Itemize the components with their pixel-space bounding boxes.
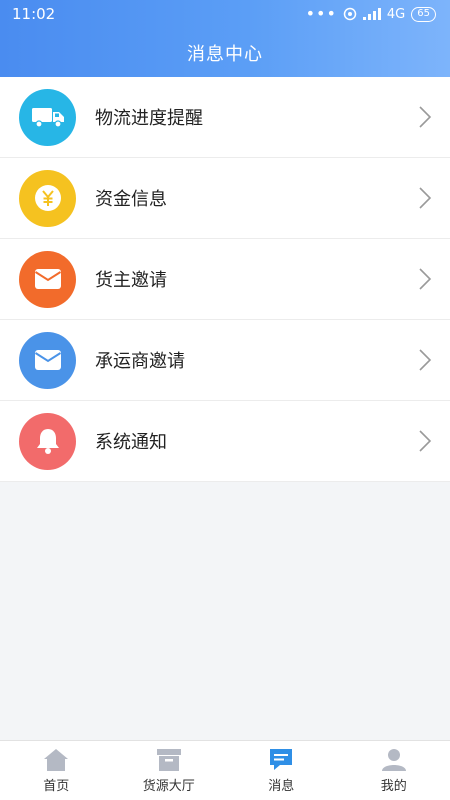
yuan-coin-icon [19,169,76,227]
tab-label: 货源大厅 [142,779,195,794]
list-item-label: 资金信息 [95,189,167,210]
list-item-carrier-invite[interactable]: 承运商邀请 [0,320,450,401]
tab-messages[interactable]: 消息 [225,741,338,800]
envelope-icon [19,250,76,308]
chevron-right-icon [419,106,432,128]
list-item-system-notice[interactable]: 系统通知 [0,401,450,482]
chevron-right-icon [419,349,432,371]
tab-label: 首页 [43,779,70,794]
signal-icon [362,8,381,20]
home-icon [44,749,69,771]
tab-label: 我的 [380,779,407,794]
list-item-shipper-invite[interactable]: 货主邀请 [0,239,450,320]
status-bar: 11:02 ••• 4G 65 [0,0,450,28]
list-item-funds[interactable]: 资金信息 [0,158,450,239]
tab-cargo-hall[interactable]: 货源大厅 [113,741,226,800]
network-type: 4G [386,6,406,22]
bell-icon [19,412,76,470]
status-time: 11:02 [12,5,56,23]
app-header: 11:02 ••• 4G 65 消息中心 [0,0,450,77]
list-item-label: 系统通知 [95,432,167,453]
list-item-logistics[interactable]: 物流进度提醒 [0,77,450,158]
archive-box-icon [156,749,181,771]
list-item-label: 货主邀请 [95,270,167,291]
envelope-icon [19,331,76,389]
chevron-right-icon [419,268,432,290]
page-title: 消息中心 [187,43,263,65]
battery-level: 65 [417,8,430,19]
tab-home[interactable]: 首页 [0,741,113,800]
message-category-list: 物流进度提醒 资金信息 货主邀请 承运商邀请 系统通知 [0,77,450,482]
status-indicators: ••• 4G 65 [305,4,436,23]
list-item-label: 承运商邀请 [95,351,185,372]
tab-label: 消息 [268,779,295,794]
bottom-tab-bar: 首页 货源大厅 消息 我的 [0,740,450,800]
more-dots-icon: ••• [305,4,337,23]
battery-icon: 65 [411,6,436,22]
page-title-bar: 消息中心 [0,28,450,77]
chevron-right-icon [419,187,432,209]
user-icon [381,749,406,771]
hotspot-icon [343,7,357,21]
list-item-label: 物流进度提醒 [95,108,203,129]
message-icon [270,749,293,770]
tab-mine[interactable]: 我的 [338,741,450,800]
truck-icon [19,88,76,146]
chevron-right-icon [419,430,432,452]
